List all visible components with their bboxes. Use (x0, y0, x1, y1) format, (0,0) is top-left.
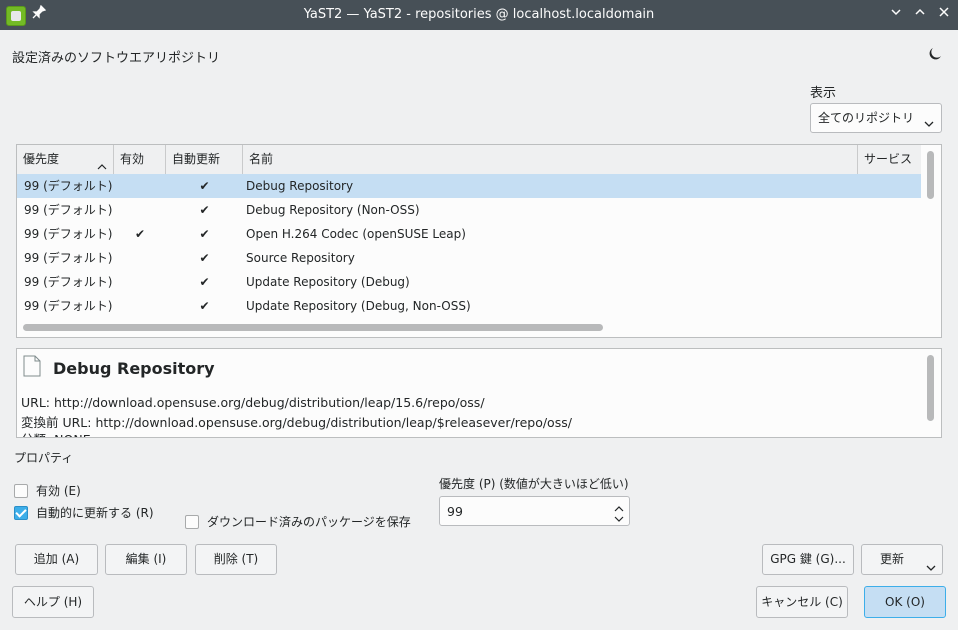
detail-title: Debug Repository (53, 359, 215, 378)
keep-packages-checkbox[interactable]: ダウンロード済みのパッケージを保存 (185, 513, 411, 530)
table-row[interactable]: 99 (デフォルト) ✔ Update Repository (Debug) (17, 270, 921, 294)
column-header-priority[interactable]: 優先度 (17, 145, 114, 174)
enabled-checkbox[interactable]: 有効 (E) (14, 482, 81, 499)
detail-raw-url: 変換前 URL: http://download.opensuse.org/de… (21, 415, 572, 430)
view-filter-select[interactable]: 全てのリポジトリ (810, 103, 942, 133)
table-header: 優先度 有効 自動更新 名前 サービス (17, 145, 921, 175)
keep-packages-checkbox-box[interactable] (185, 514, 199, 529)
window-titlebar[interactable]: YaST2 — YaST2 - repositories @ localhost… (0, 0, 958, 30)
table-vertical-scrollbar[interactable] (927, 151, 934, 199)
document-icon (23, 355, 41, 377)
view-filter-value: 全てのリポジトリ (818, 111, 915, 125)
table-row[interactable]: 99 (デフォルト) ✔ Debug Repository (17, 174, 921, 198)
table-row[interactable]: 99 (デフォルト) ✔ Debug Repository (Non-OSS) (17, 198, 921, 222)
window-title: YaST2 — YaST2 - repositories @ localhost… (303, 7, 655, 22)
properties-label: プロパティ (14, 451, 74, 465)
autorefresh-checkbox-box[interactable] (14, 505, 28, 520)
detail-url: URL: http://download.opensuse.org/debug/… (21, 395, 485, 410)
cancel-button[interactable]: キャンセル (C) (756, 586, 848, 618)
table-row[interactable]: 99 (デフォルト) ✔ Source Repository (17, 246, 921, 270)
chevron-down-icon[interactable] (614, 512, 624, 522)
table-row[interactable]: 99 (デフォルト) ✔ Update Repository (Debug, N… (17, 294, 921, 318)
add-button[interactable]: 追加 (A) (15, 544, 98, 575)
priority-value: 99 (447, 504, 463, 519)
column-header-service[interactable]: サービス (858, 145, 921, 174)
chevron-up-icon[interactable] (614, 502, 624, 512)
close-icon[interactable] (934, 4, 954, 24)
sort-ascending-icon (97, 154, 107, 170)
gpg-keys-button[interactable]: GPG 鍵 (G)... (762, 544, 854, 575)
repository-table[interactable]: 優先度 有効 自動更新 名前 サービス 99 (デフォルト) ✔ Debug R… (16, 144, 942, 338)
moon-icon[interactable] (927, 46, 943, 62)
chevron-down-icon (926, 555, 936, 571)
view-label: 表示 (810, 86, 837, 101)
edit-button[interactable]: 編集 (I) (105, 544, 187, 575)
maximize-icon[interactable] (910, 4, 930, 24)
priority-label: 優先度 (P) (数値が大きいほど低い) (439, 477, 629, 491)
delete-button[interactable]: 削除 (T) (195, 544, 277, 575)
table-horizontal-scrollbar[interactable] (23, 324, 603, 331)
detail-category: 分類: NONE (21, 429, 91, 437)
window-menu-chevron-icon[interactable] (886, 4, 906, 24)
column-header-name[interactable]: 名前 (243, 145, 858, 174)
priority-spinbox[interactable]: 99 (439, 496, 630, 526)
autorefresh-checkbox[interactable]: 自動的に更新する (R) (14, 504, 154, 521)
detail-vertical-scrollbar[interactable] (927, 355, 934, 421)
column-header-enabled[interactable]: 有効 (114, 145, 166, 174)
section-title: 設定済みのソフトウエアリポジトリ (12, 51, 221, 66)
help-button[interactable]: ヘルプ (H) (12, 586, 94, 618)
repository-detail-pane: Debug Repository URL: http://download.op… (16, 348, 942, 438)
enabled-checkbox-box[interactable] (14, 483, 28, 498)
refresh-menu-button[interactable]: 更新 (861, 544, 943, 575)
column-header-autorefresh[interactable]: 自動更新 (166, 145, 243, 174)
ok-button[interactable]: OK (O) (864, 586, 946, 618)
table-row[interactable]: 99 (デフォルト) ✔ ✔ Open H.264 Codec (openSUS… (17, 222, 921, 246)
chevron-down-icon (924, 111, 934, 127)
